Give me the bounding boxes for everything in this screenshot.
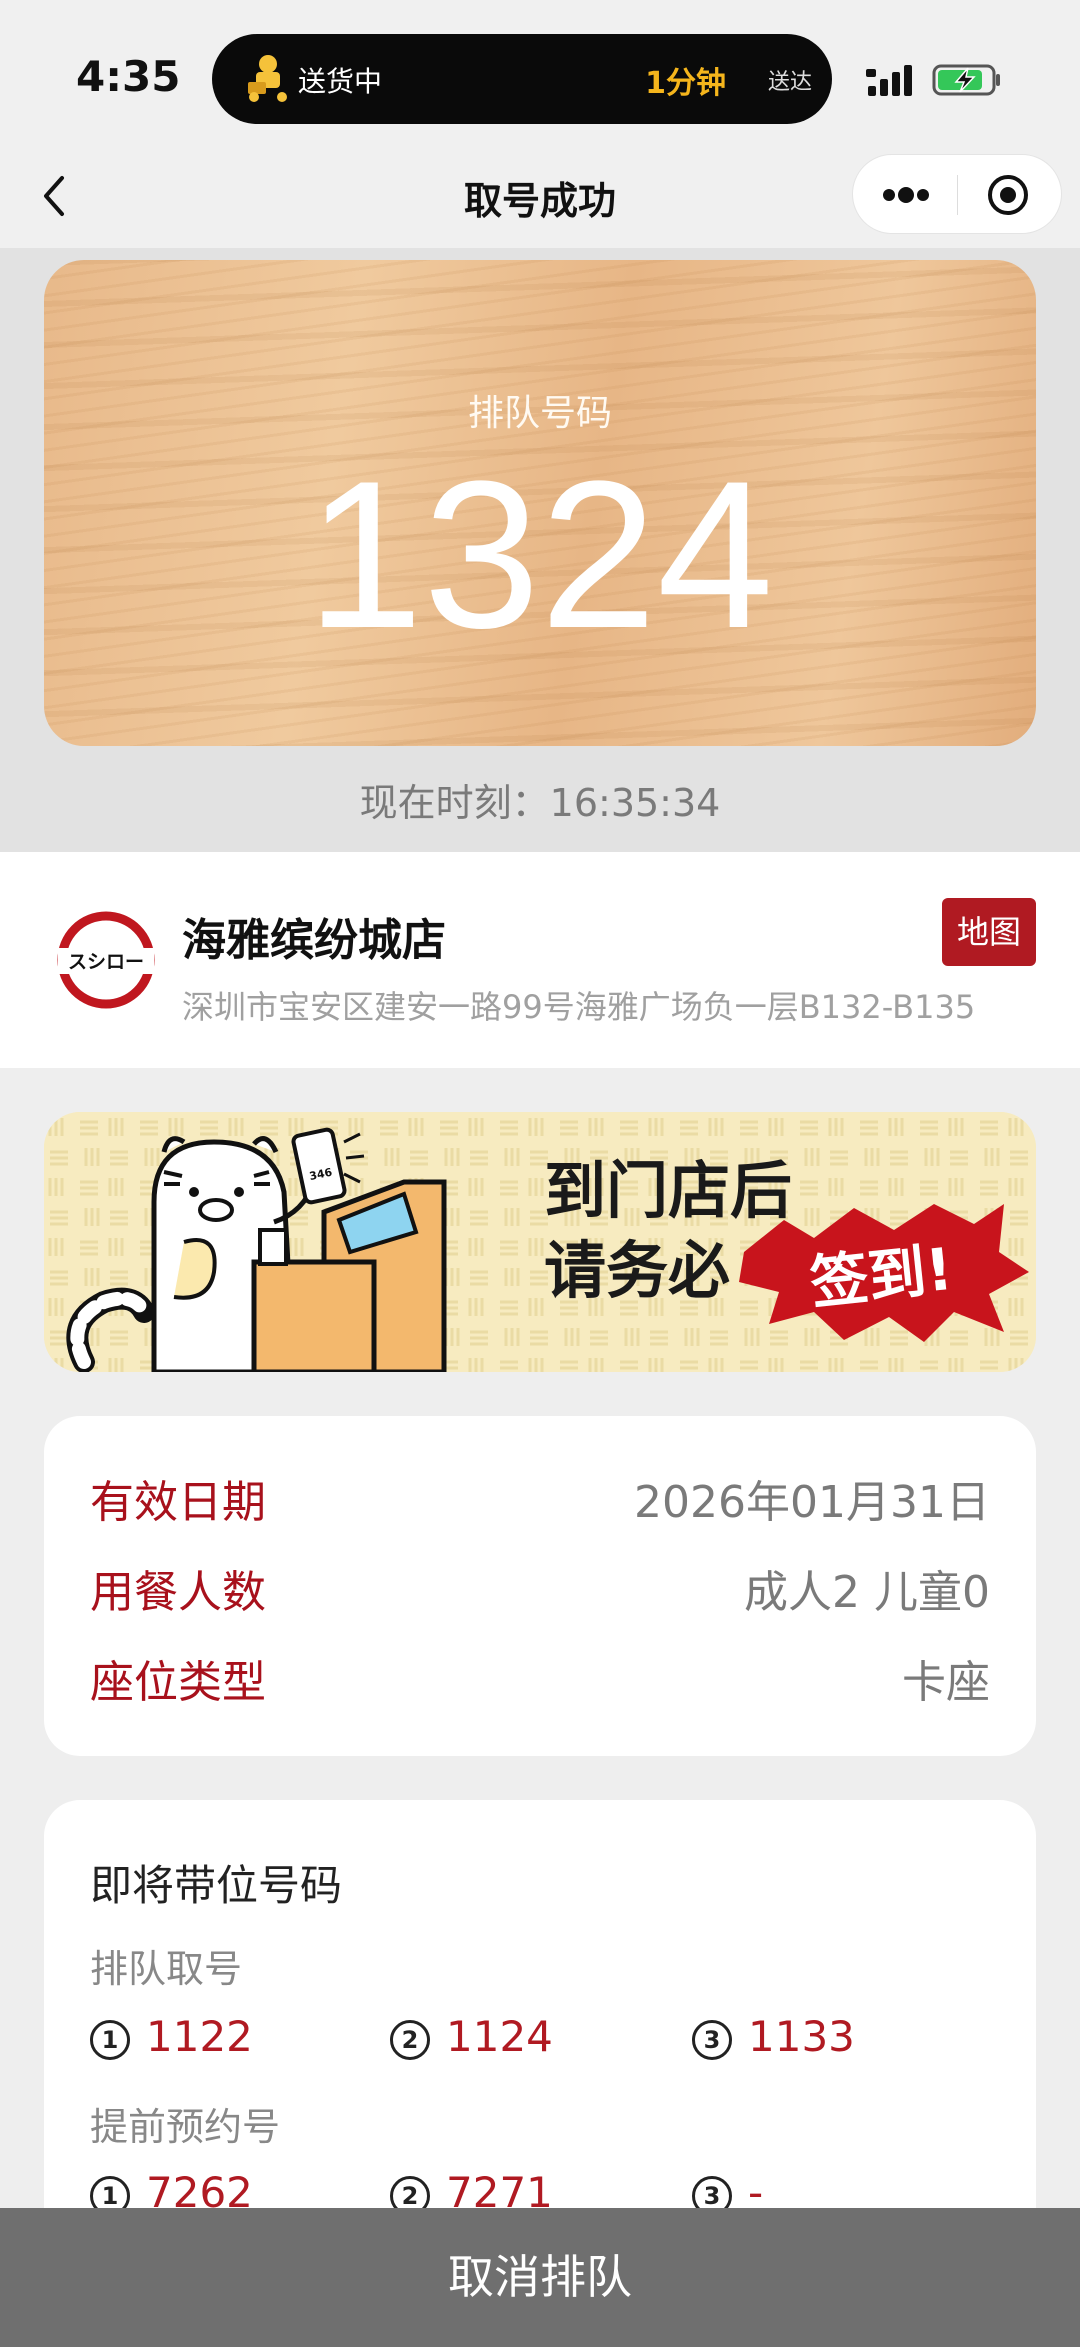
info-row-seat-type: 座位类型 卡座 xyxy=(90,1646,990,1708)
seat-type-value: 卡座 xyxy=(902,1657,990,1708)
battery-charging-icon xyxy=(932,64,1000,96)
queue-number-board: 排队号码 1324 xyxy=(44,260,1036,746)
more-button[interactable] xyxy=(853,155,957,235)
checkin-banner-illustration: 346 到门店后 请务必 签到! xyxy=(44,1112,1036,1372)
banner-line2: 请务必 xyxy=(544,1234,730,1307)
island-eta: 1分钟 xyxy=(645,66,726,101)
queue-number-value: 1124 xyxy=(446,2012,553,2061)
store-card: スシロー 海雅缤纷城店 深圳市宝安区建安一路99号海雅广场负一层B132-B13… xyxy=(0,852,1080,1068)
delivery-courier-icon xyxy=(248,55,287,102)
more-dots-icon xyxy=(883,187,929,203)
current-time: 现在时刻：16:35:34 xyxy=(359,781,721,825)
reservation-info-card: 有效日期 2026年01月31日 用餐人数 成人2 儿童0 座位类型 卡座 xyxy=(44,1416,1036,1756)
info-row-valid-date: 有效日期 2026年01月31日 xyxy=(90,1466,990,1528)
index-circle-icon: 2 xyxy=(390,2020,430,2060)
party-size-value: 成人2 儿童0 xyxy=(744,1567,990,1618)
queue-number-value: 1133 xyxy=(748,2012,855,2061)
upcoming-title: 即将带位号码 xyxy=(90,1861,343,1910)
queue-number-value: 1122 xyxy=(146,2012,253,2061)
island-eta-suffix: 送达 xyxy=(767,70,812,95)
valid-date-label: 有效日期 xyxy=(90,1477,266,1528)
status-bar: 4:35 送货中 1分钟 送达 xyxy=(0,0,1080,148)
bottom-action-bar: 取消排队 xyxy=(0,2208,1080,2347)
checkin-banner[interactable]: 346 到门店后 请务必 签到! xyxy=(44,1112,1036,1372)
store-name: 海雅缤纷城店 xyxy=(182,915,446,966)
close-miniprogram-button[interactable] xyxy=(958,155,1062,235)
nav-bar: 取号成功 xyxy=(0,148,1080,248)
sushiro-logo: スシロー xyxy=(57,911,155,1009)
target-circle-icon xyxy=(988,175,1028,215)
index-circle-icon: 3 xyxy=(692,2020,732,2060)
banner-line1: 到门店后 xyxy=(544,1154,792,1227)
miniprogram-capsule xyxy=(852,154,1062,234)
party-size-label: 用餐人数 xyxy=(90,1567,266,1618)
queue-hero: 排队号码 1324 现在时刻：16:35:34 xyxy=(0,248,1080,852)
cancel-queue-button[interactable]: 取消排队 xyxy=(0,2208,1080,2347)
queue-number-label: 排队号码 xyxy=(467,393,612,434)
map-button[interactable]: 地图 xyxy=(942,898,1036,966)
info-row-party-size: 用餐人数 成人2 儿童0 xyxy=(90,1556,990,1618)
dynamic-island-delivery[interactable]: 送货中 1分钟 送达 xyxy=(212,34,832,124)
queue-section-label: 排队取号 xyxy=(90,1947,243,1991)
index-circle-icon: 1 xyxy=(90,2020,130,2060)
valid-date-value: 2026年01月31日 xyxy=(634,1477,990,1528)
cellular-signal-icon xyxy=(866,65,912,96)
store-address: 深圳市宝安区建安一路99号海雅广场负一层B132-B135 xyxy=(182,988,976,1026)
logo-text: スシロー xyxy=(68,951,144,973)
seat-type-label: 座位类型 xyxy=(90,1657,266,1708)
status-time: 4:35 xyxy=(76,52,181,101)
queue-number: 1324 xyxy=(306,437,774,672)
reservation-section-label: 提前预约号 xyxy=(90,2105,281,2149)
island-status-text: 送货中 xyxy=(298,65,383,98)
